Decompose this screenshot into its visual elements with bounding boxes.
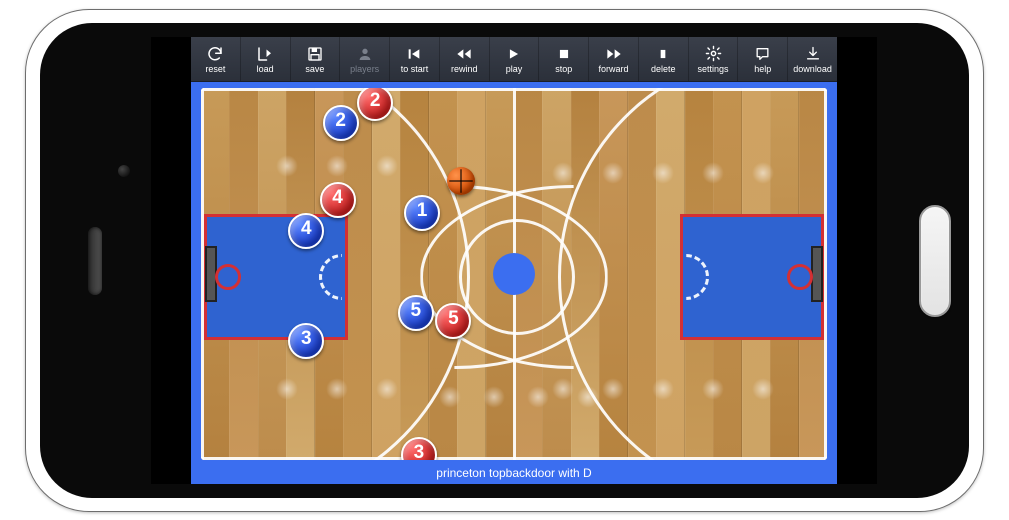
to-start-icon	[406, 45, 422, 63]
stop-icon	[557, 45, 571, 63]
rewind-button[interactable]: rewind	[440, 37, 490, 81]
toolbar-label: download	[793, 64, 832, 74]
rewind-icon	[455, 45, 473, 63]
play-button[interactable]: play	[490, 37, 540, 81]
basketball[interactable]	[447, 167, 475, 195]
stop-button[interactable]: stop	[539, 37, 589, 81]
delete-icon	[656, 45, 670, 63]
toolbar-label: load	[257, 64, 274, 74]
players-button: players	[340, 37, 390, 81]
toolbar-label: help	[754, 64, 771, 74]
phone-frame: reset load save players to start rewind play st…	[25, 9, 984, 512]
play-icon	[507, 45, 521, 63]
toolbar-label: forward	[599, 64, 629, 74]
delete-button[interactable]: delete	[639, 37, 689, 81]
app-root: reset load save players to start rewind play st…	[191, 37, 837, 484]
player-red-4[interactable]: 4	[320, 182, 356, 218]
court-lines	[201, 88, 827, 460]
forward-icon	[605, 45, 623, 63]
player-blue-5[interactable]: 5	[398, 295, 434, 331]
toolbar-label: stop	[555, 64, 572, 74]
download-button[interactable]: download	[788, 37, 837, 81]
player-blue-2[interactable]: 2	[323, 105, 359, 141]
settings-button[interactable]: settings	[689, 37, 739, 81]
toolbar-label: settings	[698, 64, 729, 74]
toolbar-label: reset	[205, 64, 225, 74]
download-icon	[805, 45, 821, 63]
court-container: 234512345	[191, 82, 837, 462]
toolbar-label: to start	[401, 64, 429, 74]
phone-screen: reset load save players to start rewind play st…	[151, 37, 877, 484]
basketball-court[interactable]: 234512345	[201, 88, 827, 460]
reset-button[interactable]: reset	[191, 37, 241, 81]
play-name-label: princeton topbackdoor with D	[191, 462, 837, 484]
load-button[interactable]: load	[241, 37, 291, 81]
reset-icon	[206, 45, 224, 63]
toolbar-label: delete	[651, 64, 676, 74]
save-icon	[307, 45, 323, 63]
toolbar-label: play	[506, 64, 523, 74]
hoop-right	[793, 246, 823, 302]
toolbar-label: rewind	[451, 64, 478, 74]
toolbar-label: players	[350, 64, 379, 74]
phone-home-button[interactable]	[919, 205, 951, 317]
load-icon	[256, 45, 274, 63]
hoop-left	[205, 246, 235, 302]
players-icon	[357, 45, 373, 63]
settings-icon	[705, 45, 722, 63]
toolbar: reset load save players to start rewind play st…	[191, 37, 837, 82]
forward-button[interactable]: forward	[589, 37, 639, 81]
phone-camera	[118, 165, 130, 177]
help-button[interactable]: help	[738, 37, 788, 81]
phone-bezel: reset load save players to start rewind play st…	[40, 23, 969, 498]
to-start-button[interactable]: to start	[390, 37, 440, 81]
help-icon	[754, 45, 771, 63]
phone-speaker	[88, 227, 102, 295]
toolbar-label: save	[305, 64, 324, 74]
player-blue-1[interactable]: 1	[404, 195, 440, 231]
player-red-5[interactable]: 5	[435, 303, 471, 339]
save-button[interactable]: save	[291, 37, 341, 81]
